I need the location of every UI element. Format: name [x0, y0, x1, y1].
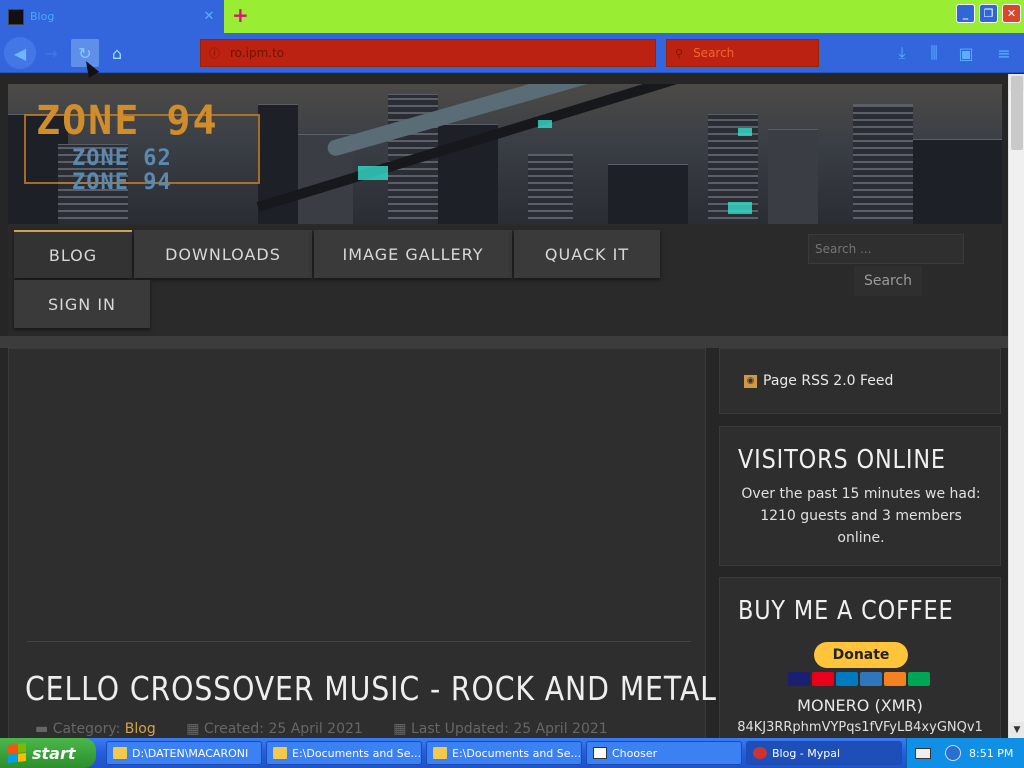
menu-item-blog[interactable]: BLOG	[14, 230, 132, 278]
article-meta: ▬ Category: Blog ▦ Created: 25 April 202…	[35, 721, 634, 737]
donate-button[interactable]: Donate	[814, 642, 908, 668]
back-icon[interactable]: ◀	[4, 37, 36, 69]
sidebar-icon[interactable]: ▣	[954, 39, 978, 67]
site-search-input[interactable]	[808, 234, 964, 264]
page-viewport: ZONE 94 ZONE 62 ZONE 94 BLOG DOWNLOADS I…	[0, 74, 1008, 738]
menu-item-downloads[interactable]: DOWNLOADS	[134, 230, 312, 278]
article-divider	[27, 641, 691, 642]
tab-close-icon[interactable]: ✕	[202, 9, 216, 24]
url-bar[interactable]: ⓘ ro.ipm.to	[200, 39, 656, 67]
taskbar-item-label: E:\Documents and Se...	[452, 746, 582, 760]
monero-label: MONERO (XMR)	[797, 696, 923, 715]
menu-item-image-gallery[interactable]: IMAGE GALLERY	[314, 230, 512, 278]
home-icon[interactable]: ⌂	[104, 39, 130, 67]
payment-cards	[788, 672, 930, 686]
system-tray: 8:51 PM	[906, 738, 1024, 768]
search-icon: ⚲	[675, 46, 684, 60]
browser-search-placeholder: Search	[693, 46, 735, 60]
windows-logo-icon	[8, 743, 26, 763]
site-favicon-icon	[8, 8, 24, 25]
created-date: Created: 25 April 2021	[203, 721, 363, 737]
rss-icon: ◉	[744, 374, 757, 388]
taskbar-item-label: D:\DATEN\MACARONI	[132, 746, 249, 760]
taskbar-item-blog-mypal[interactable]: Blog - Mypal	[746, 741, 902, 765]
calendar-icon: ▦	[393, 721, 407, 737]
menu-item-sign-in[interactable]: SIGN IN	[14, 280, 150, 328]
divider	[0, 336, 1008, 348]
updated-date: Last Updated: 25 April 2021	[410, 721, 608, 737]
article-title[interactable]: CELLO CROSSOVER MUSIC - ROCK AND METAL	[25, 669, 717, 708]
library-icon[interactable]: ⫼	[922, 39, 946, 67]
maestro-icon	[836, 672, 858, 686]
rss-label: Page RSS 2.0 Feed	[763, 373, 894, 389]
new-tab-button[interactable]: +	[232, 5, 249, 25]
keyboard-icon[interactable]	[915, 747, 931, 759]
discover-icon	[884, 672, 906, 686]
taskbar-item-label: Blog - Mypal	[772, 746, 841, 760]
scroll-down-icon[interactable]: ▼	[1009, 722, 1024, 738]
folder-icon	[273, 747, 287, 759]
window-icon	[593, 747, 607, 759]
mypal-icon	[753, 747, 767, 759]
folder-icon	[113, 747, 127, 759]
article-panel: CELLO CROSSOVER MUSIC - ROCK AND METAL ▬…	[8, 348, 716, 738]
site-banner: ZONE 94 ZONE 62 ZONE 94	[8, 84, 1002, 224]
logo-subtitle-1: ZONE 62	[72, 146, 172, 171]
hamburger-menu-icon[interactable]: ≡	[992, 39, 1016, 67]
network-icon[interactable]	[945, 745, 961, 761]
site-search-button[interactable]: Search	[854, 266, 922, 296]
taskbar-item-label: Chooser	[612, 746, 658, 760]
visitors-text: Over the past 15 minutes we had: 1210 gu…	[741, 486, 981, 546]
menu-item-quack-it[interactable]: QUACK IT	[514, 230, 660, 278]
close-window-button[interactable]: ✕	[1002, 4, 1021, 23]
visa-icon	[788, 672, 810, 686]
browser-search-input[interactable]: ⚲ Search	[666, 39, 819, 67]
amex-icon	[860, 672, 882, 686]
logo-subtitle-2: ZONE 94	[72, 170, 172, 195]
minimize-button[interactable]: _	[956, 4, 975, 23]
giropay-icon	[908, 672, 930, 686]
taskbar-item-label: E:\Documents and Se...	[292, 746, 422, 760]
visitors-title: VISITORS ONLINE	[738, 445, 946, 475]
main-menu: BLOG DOWNLOADS IMAGE GALLERY QUACK IT SI…	[8, 224, 1002, 336]
taskbar-item-macaroni[interactable]: D:\DATEN\MACARONI	[106, 741, 262, 765]
category-link[interactable]: Blog	[125, 721, 156, 737]
url-text: ro.ipm.to	[230, 46, 285, 60]
tab-title: Blog	[30, 10, 55, 23]
coffee-module: BUY ME A COFFEE Donate MONERO (XMR) 84KJ…	[719, 577, 1001, 738]
start-button[interactable]: start	[0, 738, 96, 768]
taskbar-item-documents-1[interactable]: E:\Documents and Se...	[266, 741, 422, 765]
clock[interactable]: 8:51 PM	[969, 747, 1013, 760]
taskbar-item-chooser[interactable]: Chooser	[586, 741, 742, 765]
rss-feed-link[interactable]: ◉ Page RSS 2.0 Feed	[744, 373, 893, 389]
page-info-icon[interactable]: ⓘ	[209, 45, 220, 61]
calendar-icon: ▦	[186, 721, 200, 737]
coffee-title: BUY ME A COFFEE	[738, 596, 954, 626]
mastercard-icon	[812, 672, 834, 686]
vertical-scrollbar[interactable]: ▲ ▼	[1008, 74, 1024, 738]
start-label: start	[32, 743, 76, 763]
site-logo[interactable]: ZONE 94	[36, 98, 219, 144]
visitors-module: VISITORS ONLINE Over the past 15 minutes…	[719, 426, 1001, 566]
tab-strip: Blog ✕ + _ ❐ ✕	[0, 0, 1024, 33]
rss-module: ◉ Page RSS 2.0 Feed	[719, 348, 1001, 414]
tab-blog[interactable]: Blog ✕	[0, 0, 224, 33]
taskbar: start D:\DATEN\MACARONI E:\Documents and…	[0, 738, 1024, 768]
folder-icon	[433, 747, 447, 759]
scrollbar-thumb[interactable]	[1011, 76, 1023, 150]
forward-icon[interactable]: →	[40, 39, 62, 67]
category-label: Category:	[52, 721, 121, 737]
monero-address[interactable]: 84KJ3RRphmVYPqs1fVFyLB4xyGNQv1	[720, 720, 1000, 735]
taskbar-item-documents-2[interactable]: E:\Documents and Se...	[426, 741, 582, 765]
download-icon[interactable]: ⤓	[890, 39, 914, 67]
folder-icon: ▬	[35, 721, 49, 737]
maximize-button[interactable]: ❐	[979, 4, 998, 23]
navigation-toolbar: ◀ → ↻ ⌂ ⓘ ro.ipm.to ⚲ Search ⤓ ⫼ ▣ ≡	[0, 33, 1024, 73]
